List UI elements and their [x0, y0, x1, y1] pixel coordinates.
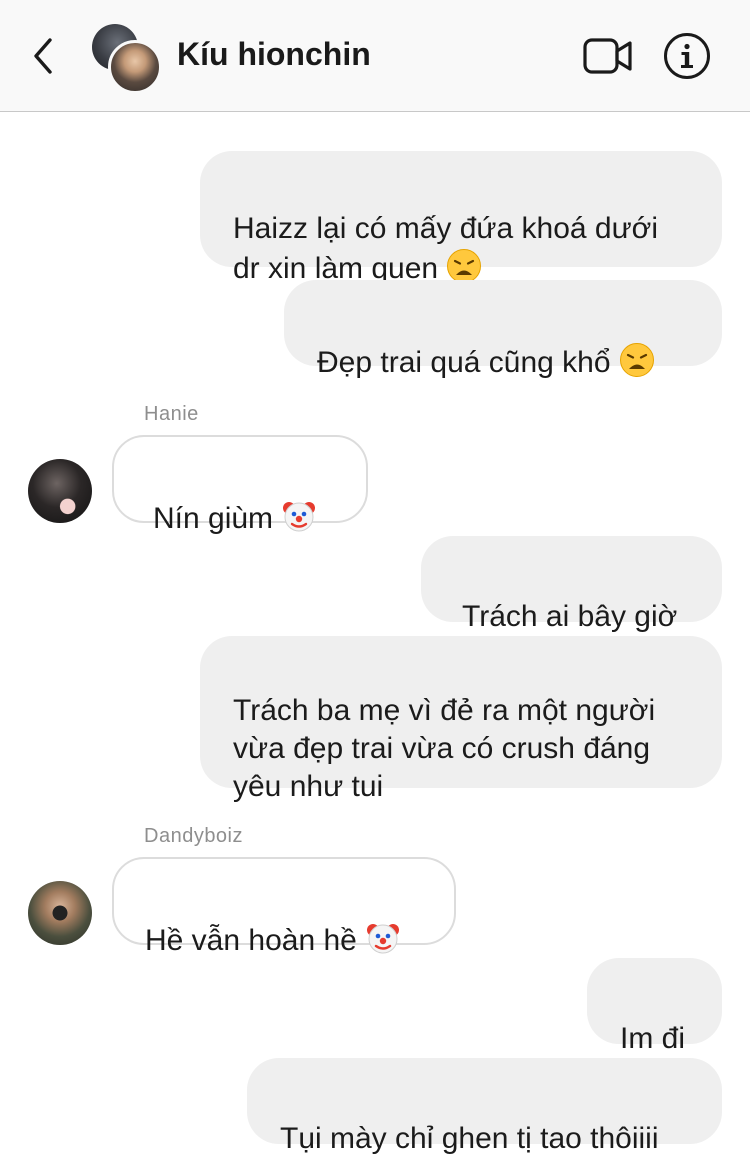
clown-face-icon — [283, 502, 316, 532]
chat-header: Kíu hionchin — [0, 0, 750, 112]
sender-name: Dandyboiz — [144, 825, 244, 847]
video-camera-icon — [583, 38, 632, 74]
group-avatar[interactable] — [90, 22, 162, 94]
chat-title[interactable]: Kíu hionchin — [177, 36, 371, 73]
message-text: Hề vẫn hoàn hề — [145, 924, 357, 957]
message-bubble-incoming[interactable]: Nín giùm — [112, 435, 368, 535]
info-icon — [664, 33, 710, 79]
group-avatar-front — [108, 40, 162, 94]
message-bubble-outgoing[interactable]: Tụi mày chỉ ghen tị tao thôiiii — [247, 1058, 722, 1155]
message-text: Đẹp trai quá cũng khổ — [317, 346, 611, 379]
clown-face-icon — [366, 924, 399, 954]
message-text: Trách ba mẹ vì đẻ ra một người vừa đẹp t… — [233, 694, 656, 803]
video-call-button[interactable] — [582, 36, 634, 76]
message-bubble-outgoing[interactable]: Haizz lại có mấy đứa khoá dưới dr xin là… — [200, 151, 722, 285]
message-bubble-outgoing[interactable]: Đẹp trai quá cũng khổ — [284, 280, 722, 379]
message-bubble-outgoing[interactable]: Trách ba mẹ vì đẻ ra một người vừa đẹp t… — [200, 636, 722, 803]
message-text: Nín giùm — [153, 502, 274, 535]
message-bubble-outgoing[interactable]: Im đi — [587, 958, 722, 1055]
message-bubble-incoming[interactable]: Hề vẫn hoàn hề — [112, 857, 456, 957]
back-button[interactable] — [28, 36, 62, 76]
sender-name: Hanie — [144, 403, 199, 425]
avatar[interactable] — [28, 459, 92, 523]
weary-face-icon — [447, 249, 482, 283]
info-button[interactable] — [663, 32, 711, 80]
message-text: Tụi mày chỉ ghen tị tao thôiiii — [280, 1122, 659, 1155]
avatar[interactable] — [28, 881, 92, 945]
message-text: Im đi — [620, 1022, 686, 1055]
chevron-left-icon — [34, 38, 52, 74]
message-text: Trách ai bây giờ — [462, 600, 678, 633]
weary-face-icon — [619, 343, 654, 377]
message-bubble-outgoing[interactable]: Trách ai bây giờ — [421, 536, 722, 633]
